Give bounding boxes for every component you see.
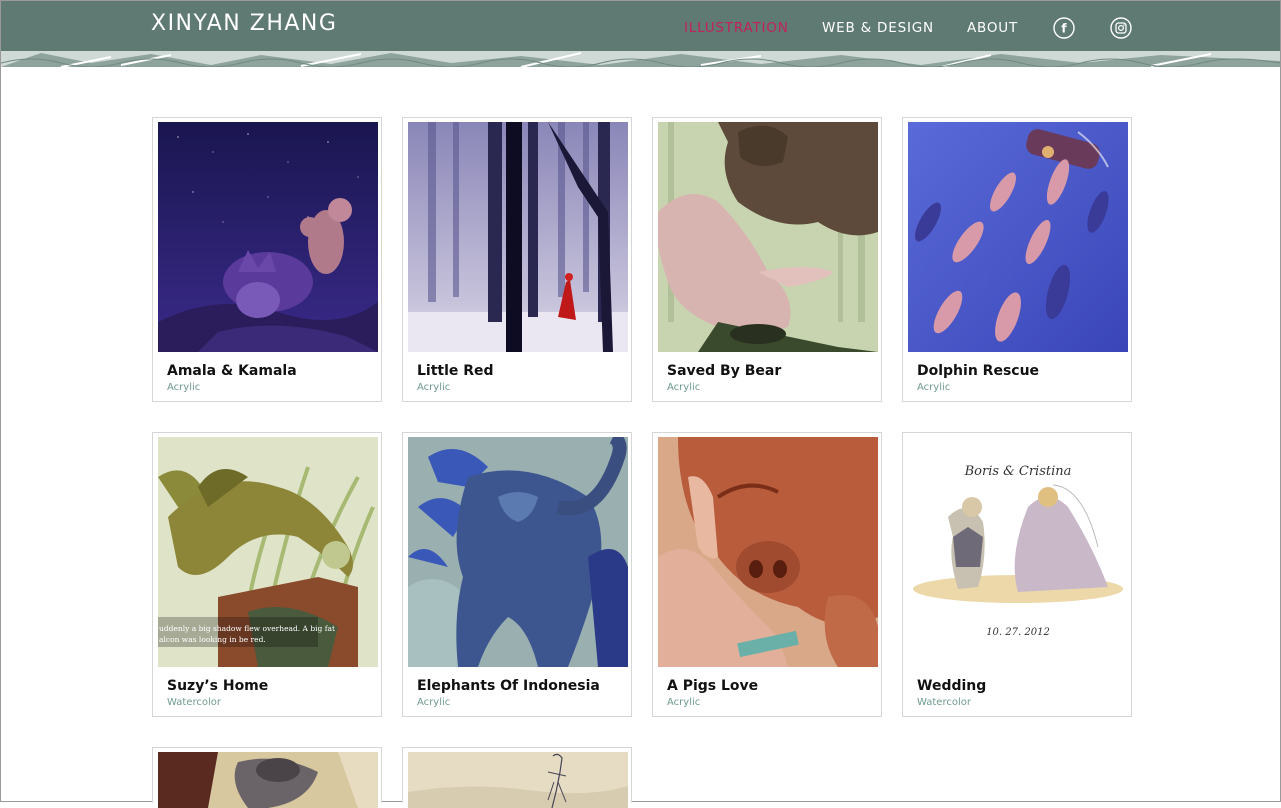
gallery-card-a-pigs-love[interactable]: A Pigs Love Acrylic (652, 432, 882, 717)
artwork-medium: Acrylic (917, 382, 951, 393)
artwork-caption-line-1: uddenly a big shadow flew overhead. A bi… (159, 624, 335, 633)
artwork-thumbnail[interactable] (408, 122, 628, 352)
artwork-thumbnail[interactable] (408, 437, 628, 667)
gallery-card-elephants-of-indonesia[interactable]: Elephants Of Indonesia Acrylic (402, 432, 632, 717)
nav-about[interactable]: ABOUT (967, 20, 1018, 36)
artwork-thumbnail[interactable] (908, 122, 1128, 352)
artwork-title[interactable]: Elephants Of Indonesia (417, 678, 600, 694)
site-header: XINYAN ZHANG ILLUSTRATION WEB & DESIGN A… (1, 1, 1280, 67)
gallery-card-little-red[interactable]: Little Red Acrylic (402, 117, 632, 402)
artwork-caption-line-2: alcon was looking in be red. (159, 635, 266, 644)
artwork-title[interactable]: Suzy’s Home (167, 678, 268, 694)
artwork-medium: Acrylic (167, 382, 201, 393)
artwork-title[interactable]: Dolphin Rescue (917, 363, 1039, 379)
gallery-card-amala-kamala[interactable]: Amala & Kamala Acrylic (152, 117, 382, 402)
gallery-card-saved-by-bear[interactable]: Saved By Bear Acrylic (652, 117, 882, 402)
gallery-card-dolphin-rescue[interactable]: Dolphin Rescue Acrylic (902, 117, 1132, 402)
artwork-title[interactable]: A Pigs Love (667, 678, 758, 694)
artwork-title[interactable]: Wedding (917, 678, 986, 694)
gallery-card-wedding[interactable]: Boris & Cristina 10. 27. 2012 Wedding Wa… (902, 432, 1132, 717)
artwork-thumbnail[interactable]: uddenly a big shadow flew overhead. A bi… (158, 437, 378, 667)
wedding-date: 10. 27. 2012 (986, 627, 1050, 638)
artwork-title[interactable]: Little Red (417, 363, 494, 379)
gallery-card-partial[interactable] (152, 747, 382, 808)
artwork-medium: Watercolor (167, 697, 221, 708)
gallery-card-suzys-home[interactable]: uddenly a big shadow flew overhead. A bi… (152, 432, 382, 717)
nav-web-design[interactable]: WEB & DESIGN (822, 20, 934, 36)
artwork-thumbnail[interactable] (658, 122, 878, 352)
artwork-medium: Acrylic (417, 697, 451, 708)
artwork-thumbnail[interactable]: Boris & Cristina 10. 27. 2012 (908, 437, 1128, 667)
artwork-thumbnail[interactable] (408, 752, 628, 808)
artwork-title[interactable]: Saved By Bear (667, 363, 781, 379)
artwork-thumbnail[interactable] (158, 752, 378, 808)
artwork-thumbnail[interactable] (658, 437, 878, 667)
site-logo[interactable]: XINYAN ZHANG (151, 11, 337, 36)
gallery-card-partial[interactable] (402, 747, 632, 808)
artwork-medium: Acrylic (417, 382, 451, 393)
artwork-medium: Acrylic (667, 382, 701, 393)
instagram-icon[interactable] (1110, 17, 1132, 39)
artwork-title[interactable]: Amala & Kamala (167, 363, 297, 379)
facebook-glyph: f (1061, 22, 1067, 36)
nav-illustration[interactable]: ILLUSTRATION (684, 20, 789, 36)
header-pattern-band (1, 51, 1280, 67)
facebook-icon[interactable]: f (1053, 17, 1075, 39)
artwork-medium: Watercolor (917, 697, 971, 708)
artwork-thumbnail[interactable] (158, 122, 378, 352)
wedding-names: Boris & Cristina (964, 464, 1072, 479)
artwork-medium: Acrylic (667, 697, 701, 708)
